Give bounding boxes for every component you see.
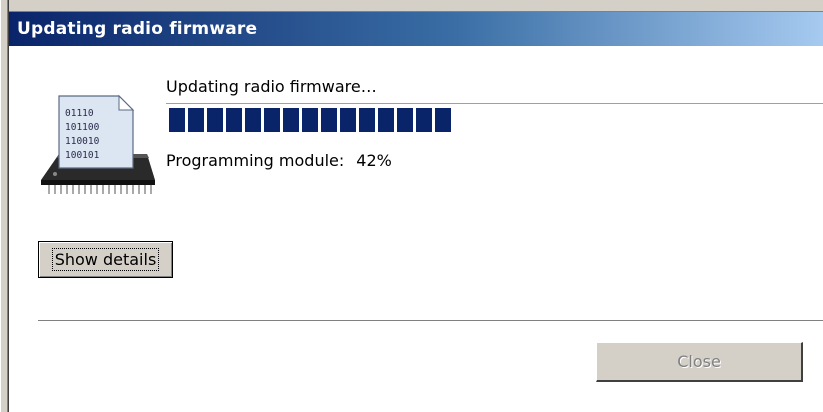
heading-divider	[166, 103, 823, 105]
binary-line: 100101	[65, 150, 100, 161]
binary-line: 01110	[65, 108, 94, 119]
window-frame-left	[0, 0, 9, 412]
module-status-percent: 42%	[356, 151, 392, 170]
window-title: Updating radio firmware	[17, 19, 258, 39]
firmware-update-window: Updating radio firmware 01110 101100 110…	[0, 0, 823, 412]
close-button[interactable]: Close	[596, 342, 803, 382]
module-status-label: Programming module:	[166, 151, 345, 170]
window-frame-top	[9, 0, 823, 12]
progress-bar-fill	[169, 108, 451, 132]
binary-line: 110010	[65, 136, 100, 147]
show-details-label: Show details	[51, 248, 160, 271]
footer-separator	[38, 320, 823, 322]
title-bar[interactable]: Updating radio firmware	[9, 12, 823, 46]
chip-firmware-icon: 01110 101100 110010 100101	[41, 94, 155, 194]
binary-line: 101100	[65, 122, 100, 133]
show-details-button[interactable]: Show details	[38, 241, 173, 278]
module-status: Programming module: 42%	[166, 151, 392, 170]
status-heading: Updating radio firmware…	[166, 77, 377, 96]
dialog-content: 01110 101100 110010 100101 Updating radi…	[9, 46, 823, 412]
progress-bar	[169, 108, 823, 132]
